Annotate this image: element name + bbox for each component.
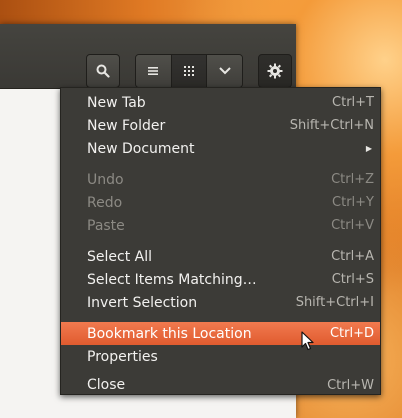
mouse-pointer-icon	[301, 331, 314, 351]
menu-item-new-tab[interactable]: New Tab Ctrl+T	[61, 91, 380, 114]
headerbar	[0, 24, 296, 89]
menu-item-label: New Document	[87, 140, 195, 157]
menu-item-new-document[interactable]: New Document ▶	[61, 137, 380, 160]
menu-item-label: Close	[87, 377, 126, 393]
menu-item-shortcut: Ctrl+V	[331, 218, 374, 233]
menu-item-shortcut: Ctrl+D	[329, 326, 374, 341]
menu-item-label: New Folder	[87, 117, 166, 134]
app-menu: New Tab Ctrl+T New Folder Shift+Ctrl+N N…	[60, 87, 381, 395]
menu-item-undo[interactable]: Undo Ctrl+Z	[61, 168, 380, 191]
menu-item-select-all[interactable]: Select All Ctrl+A	[61, 245, 380, 268]
menu-item-label: Bookmark this Location	[87, 325, 252, 342]
menu-item-properties[interactable]: Properties	[61, 345, 380, 368]
menu-item-label: Select Items Matching…	[87, 271, 257, 288]
file-view-area[interactable]	[0, 89, 60, 418]
menu-item-label: Redo	[87, 194, 123, 211]
grid-view-icon	[184, 66, 194, 76]
menu-item-label: New Tab	[87, 94, 146, 111]
menu-item-shortcut: Ctrl+S	[331, 272, 374, 287]
menu-item-select-items-matching[interactable]: Select Items Matching… Ctrl+S	[61, 268, 380, 291]
menu-item-shortcut: Ctrl+A	[331, 249, 374, 264]
menu-item-close[interactable]: Close Ctrl+W	[61, 376, 380, 394]
grid-view-button[interactable]	[171, 55, 208, 87]
menu-item-label: Paste	[87, 217, 125, 234]
menu-item-label: Select All	[87, 248, 152, 265]
chevron-down-icon	[218, 67, 231, 75]
menu-item-shortcut: Ctrl+Z	[331, 172, 374, 187]
menu-item-new-folder[interactable]: New Folder Shift+Ctrl+N	[61, 114, 380, 137]
menu-item-shortcut: Ctrl+T	[332, 95, 374, 110]
menu-item-invert-selection[interactable]: Invert Selection Shift+Ctrl+I	[61, 291, 380, 314]
menu-item-redo[interactable]: Redo Ctrl+Y	[61, 191, 380, 214]
menu-item-shortcut: Ctrl+W	[327, 377, 374, 393]
menu-item-shortcut: Ctrl+Y	[332, 195, 374, 210]
view-options-button[interactable]	[207, 55, 242, 87]
menu-item-label: Invert Selection	[87, 294, 198, 311]
list-view-icon	[148, 67, 159, 75]
menu-item-bookmark-location[interactable]: Bookmark this Location Ctrl+D	[61, 322, 380, 345]
gear-icon	[267, 63, 283, 79]
menu-item-shortcut: Shift+Ctrl+I	[295, 295, 374, 310]
submenu-arrow-icon: ▶	[365, 144, 372, 153]
list-view-button[interactable]	[136, 55, 172, 87]
menu-button[interactable]	[258, 54, 292, 88]
menu-item-paste[interactable]: Paste Ctrl+V	[61, 214, 380, 237]
view-switcher	[135, 54, 243, 88]
menu-item-label: Properties	[87, 348, 158, 365]
search-icon	[96, 64, 110, 78]
menu-item-label: Undo	[87, 171, 124, 188]
search-button[interactable]	[86, 54, 120, 88]
menu-item-shortcut: Shift+Ctrl+N	[289, 118, 374, 133]
